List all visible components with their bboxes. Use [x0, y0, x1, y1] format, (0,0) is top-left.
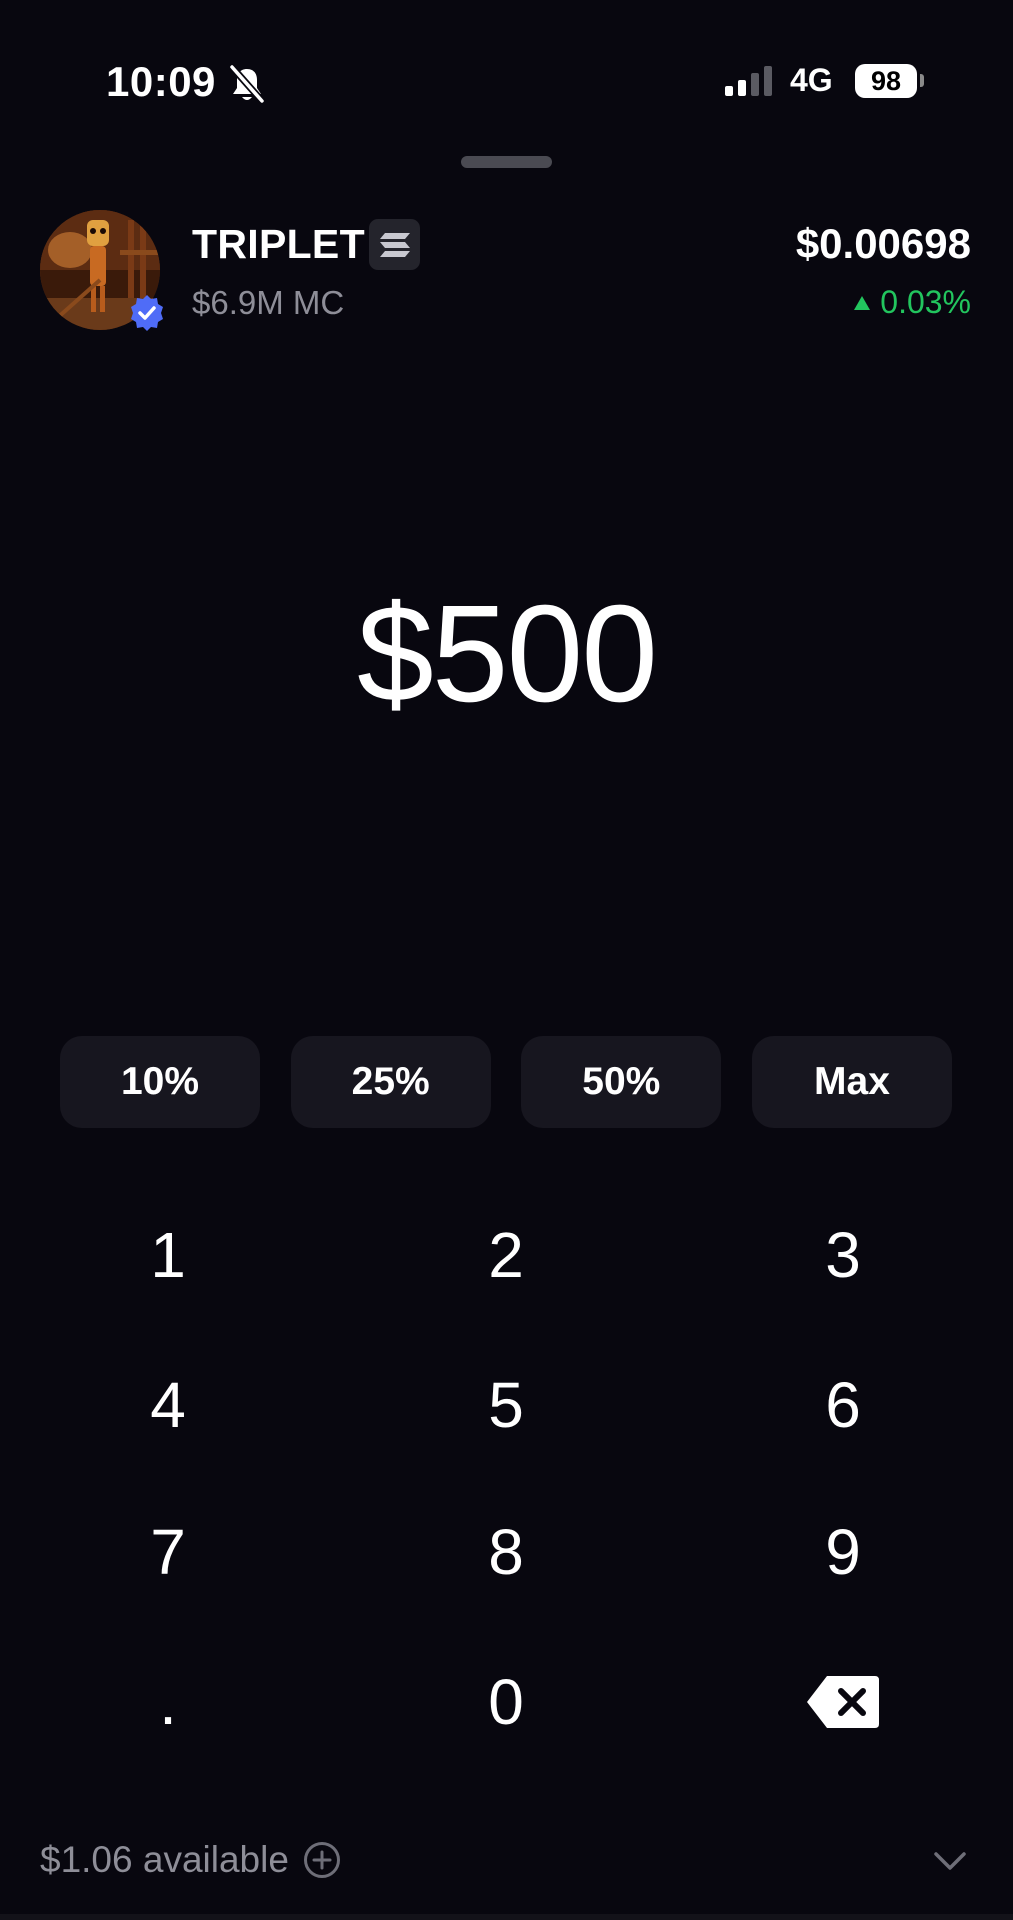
bottom-panel-edge: [0, 1914, 1013, 1920]
key-4[interactable]: 4: [68, 1345, 268, 1465]
available-balance-text: $1.06 available: [40, 1839, 289, 1880]
backspace-button[interactable]: [743, 1642, 943, 1762]
battery-indicator: 98: [855, 64, 917, 98]
key-6[interactable]: 6: [743, 1345, 943, 1465]
bell-slash-icon: [229, 64, 265, 104]
key-5[interactable]: 5: [406, 1345, 606, 1465]
token-name: TRIPLET: [192, 221, 365, 267]
quick-max-button[interactable]: Max: [751, 1036, 952, 1128]
solana-icon: [379, 232, 410, 257]
backspace-icon: [807, 1676, 879, 1728]
market-cap: $6.9M MC: [192, 284, 345, 321]
chain-badge: [369, 219, 420, 270]
key-0[interactable]: 0: [406, 1642, 606, 1762]
up-arrow-icon: [854, 295, 871, 310]
key-7[interactable]: 7: [68, 1492, 268, 1612]
status-time: 10:09: [106, 58, 216, 105]
buy-screen: 10:09 4G 98 TRIPLET $6.9M MC $0.00698 0.…: [0, 0, 1013, 1920]
key-8[interactable]: 8: [406, 1492, 606, 1612]
quick-10-percent-button[interactable]: 10%: [60, 1036, 260, 1128]
token-price: $0.00698: [795, 220, 971, 267]
quick-50-percent-button[interactable]: 50%: [521, 1036, 722, 1128]
price-change-value: 0.03%: [880, 284, 971, 320]
chevron-down-icon[interactable]: [933, 1850, 967, 1872]
quick-amount-row: 10% 25% 50% Max: [60, 1036, 952, 1128]
plus-circle-icon[interactable]: [303, 1841, 341, 1879]
key-2[interactable]: 2: [406, 1195, 606, 1315]
quick-25-percent-button[interactable]: 25%: [290, 1036, 491, 1128]
network-label: 4G: [790, 62, 833, 98]
key-9[interactable]: 9: [743, 1492, 943, 1612]
signal-strength-icon: [725, 66, 772, 96]
price-change: 0.03%: [854, 284, 971, 321]
sheet-grabber[interactable]: [461, 156, 552, 168]
amount-display: $500: [357, 577, 658, 731]
key-decimal[interactable]: .: [68, 1642, 268, 1762]
available-balance[interactable]: $1.06 available: [40, 1839, 341, 1881]
key-1[interactable]: 1: [68, 1195, 268, 1315]
key-3[interactable]: 3: [743, 1195, 943, 1315]
verified-badge-icon: [131, 295, 163, 331]
battery-tip: [920, 74, 924, 87]
